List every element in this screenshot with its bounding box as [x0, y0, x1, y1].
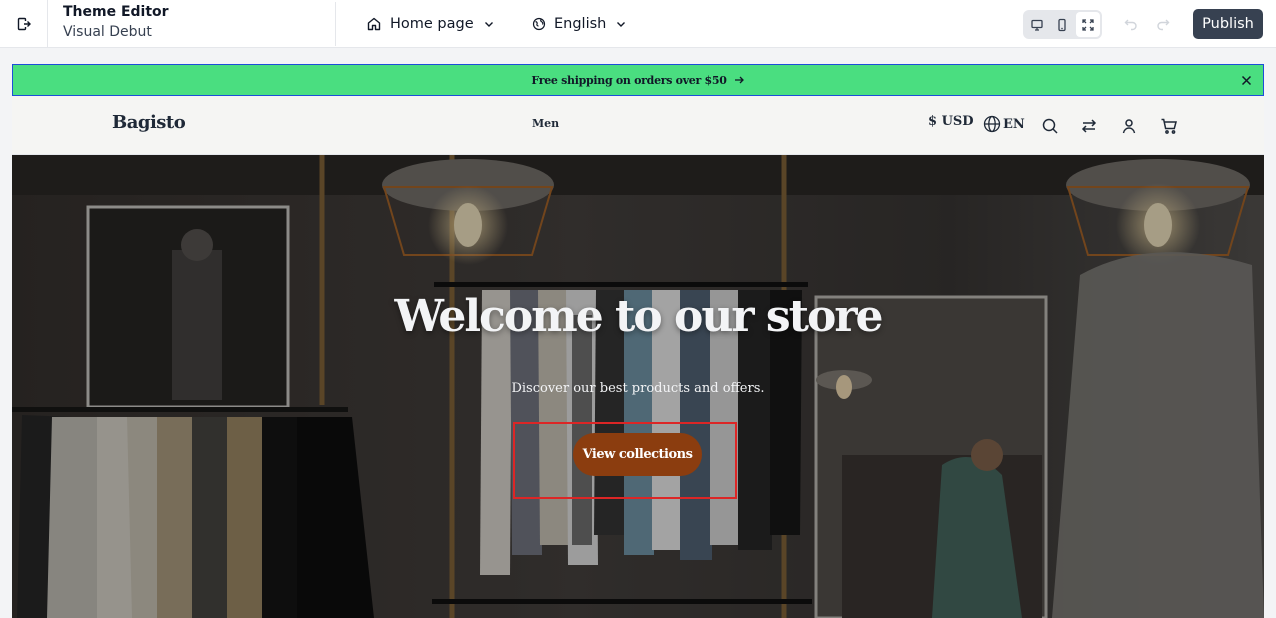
locale-code: EN	[1003, 116, 1025, 132]
editor-title: Theme Editor	[63, 4, 169, 20]
hero-banner: Welcome to our store Discover our best p…	[12, 155, 1264, 618]
exit-icon	[17, 17, 31, 31]
editor-title-block: Theme Editor Visual Debut	[63, 3, 169, 43]
cart-icon	[1161, 118, 1177, 134]
desktop-view-button[interactable]	[1025, 12, 1049, 37]
compare-icon	[1081, 119, 1097, 133]
arrow-right-icon	[734, 76, 744, 84]
publish-button[interactable]: Publish	[1193, 9, 1263, 39]
currency-switcher[interactable]: $ USD	[928, 114, 974, 129]
nav-link-men[interactable]: Men	[532, 117, 559, 130]
locale-switcher[interactable]: EN	[983, 115, 1025, 133]
hero-title: Welcome to our store	[394, 291, 884, 342]
editor-toolbar: Theme Editor Visual Debut Home page Engl…	[0, 0, 1276, 48]
language-select-value: English	[554, 16, 607, 32]
redo-button[interactable]	[1153, 14, 1173, 34]
desktop-icon	[1031, 19, 1043, 31]
account-button[interactable]	[1118, 115, 1140, 137]
device-switcher	[1023, 10, 1102, 39]
search-icon	[1042, 118, 1058, 134]
store-header: Bagisto Men $ USD EN	[12, 96, 1264, 155]
undo-icon	[1124, 19, 1137, 31]
globe-icon	[983, 115, 1001, 133]
mobile-icon	[1058, 18, 1067, 31]
cart-button[interactable]	[1158, 115, 1180, 137]
compare-button[interactable]	[1078, 115, 1100, 137]
preview-canvas: Free shipping on orders over $50 Bagisto…	[0, 48, 1276, 618]
page-select[interactable]: Home page	[366, 12, 496, 36]
globe-icon	[532, 17, 546, 31]
language-select[interactable]: English	[532, 12, 628, 36]
fullscreen-icon	[1082, 18, 1094, 31]
hero-subtitle: Discover our best products and offers.	[511, 381, 765, 396]
fullscreen-view-button[interactable]	[1075, 12, 1100, 37]
chevron-down-icon	[617, 22, 626, 27]
announcement-close-button[interactable]	[1239, 73, 1253, 87]
redo-icon	[1157, 19, 1170, 31]
announcement-text: Free shipping on orders over $50	[531, 73, 727, 87]
close-icon	[1241, 75, 1251, 85]
search-button[interactable]	[1039, 115, 1061, 137]
announcement-bar[interactable]: Free shipping on orders over $50	[12, 64, 1264, 96]
mobile-view-button[interactable]	[1050, 12, 1074, 37]
theme-name: Visual Debut	[63, 24, 152, 40]
undo-button[interactable]	[1121, 14, 1141, 34]
exit-editor-button[interactable]	[0, 0, 48, 48]
home-icon	[367, 17, 381, 31]
page-select-value: Home page	[390, 16, 474, 32]
store-preview: Free shipping on orders over $50 Bagisto…	[12, 64, 1264, 618]
user-icon	[1122, 119, 1136, 134]
view-collections-button[interactable]: View collections	[573, 433, 702, 476]
toolbar-divider	[335, 2, 336, 46]
store-logo[interactable]: Bagisto	[112, 112, 186, 133]
chevron-down-icon	[484, 22, 493, 27]
